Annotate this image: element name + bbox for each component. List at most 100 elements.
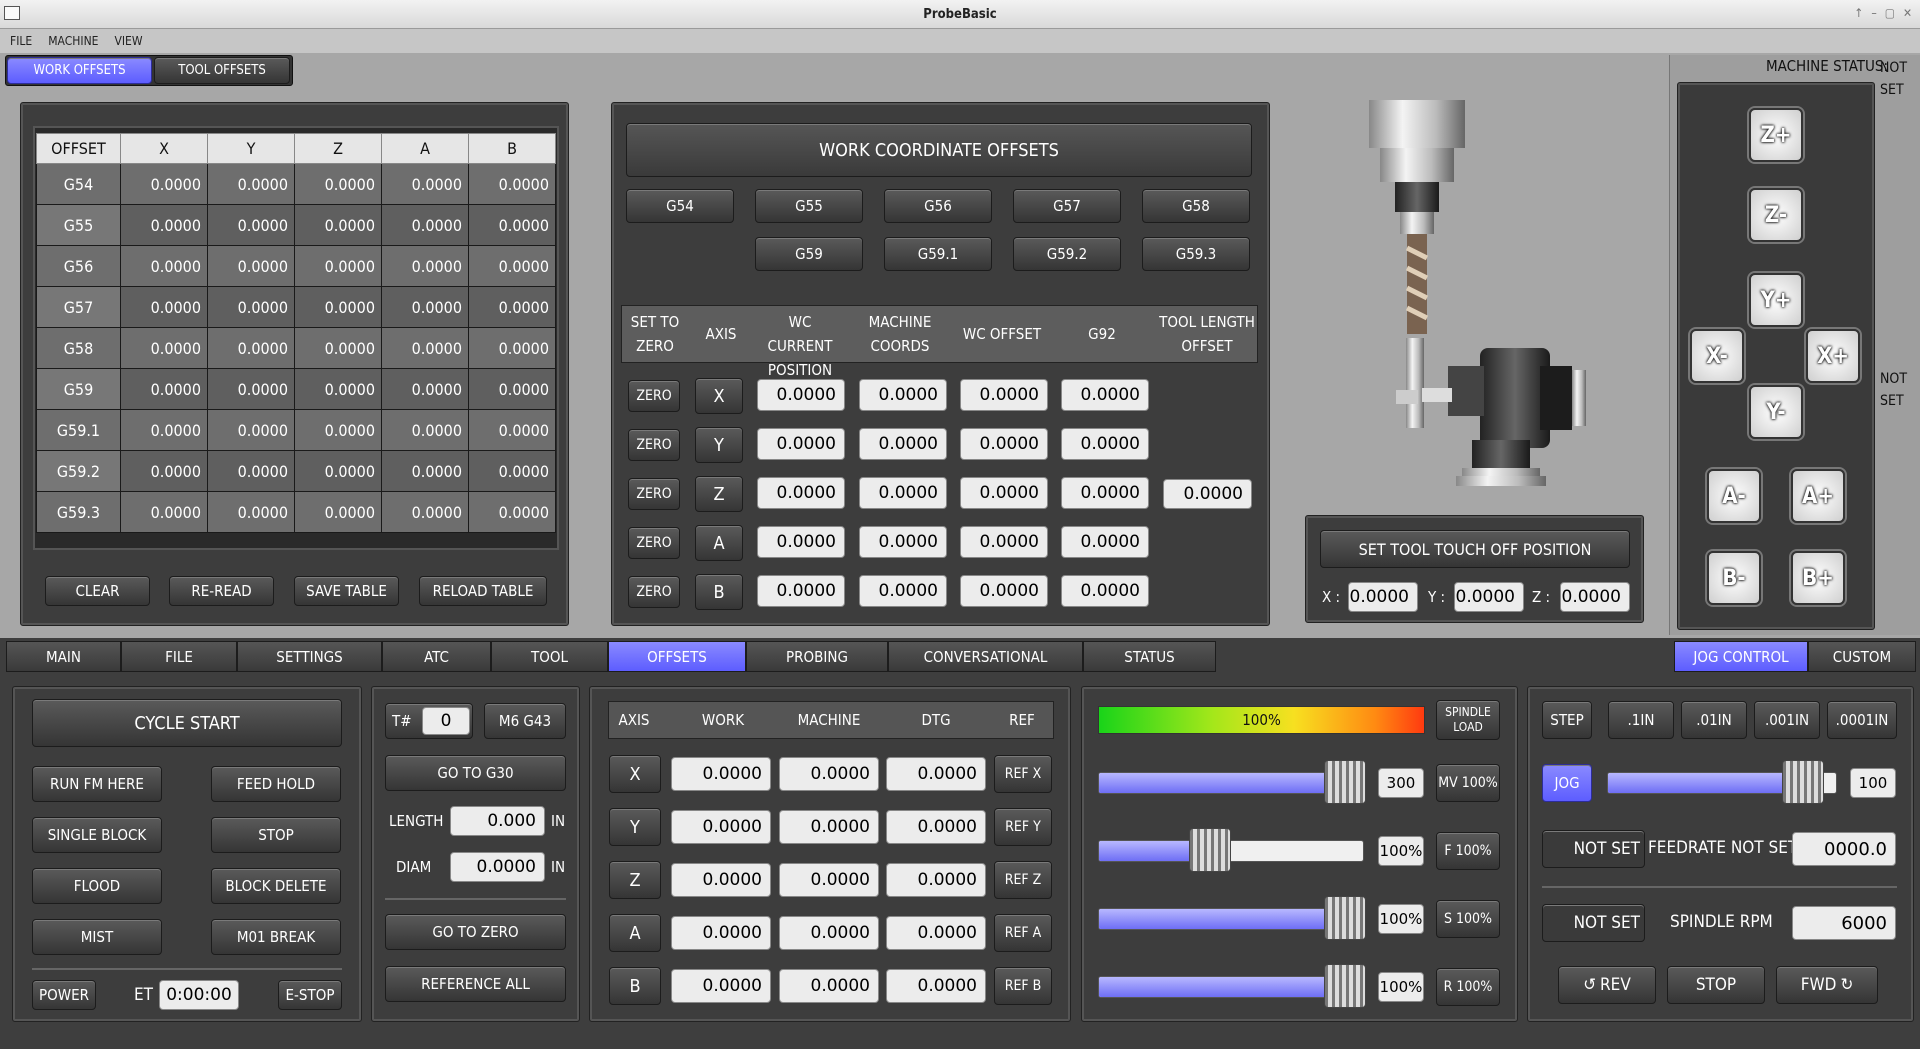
menu-view[interactable]: VIEW bbox=[114, 29, 142, 53]
g92-z-field[interactable]: 0.0000 bbox=[1061, 477, 1149, 509]
offset-value-cell[interactable]: 0.0000 bbox=[381, 491, 469, 533]
offset-value-cell[interactable]: 0.0000 bbox=[381, 327, 469, 369]
wco-g57-button[interactable]: G57 bbox=[1013, 189, 1121, 223]
tab-atc[interactable]: ATC bbox=[382, 641, 491, 672]
offset-value-cell[interactable]: 0.0000 bbox=[468, 163, 556, 205]
zero-x-button[interactable]: ZERO bbox=[628, 380, 680, 412]
spindle-rev-button[interactable]: ↺ REV bbox=[1558, 966, 1656, 1004]
feed-override-slider-handle[interactable] bbox=[1188, 828, 1231, 872]
offset-value-cell[interactable]: 0.0000 bbox=[120, 286, 208, 328]
jog-a-plus-button[interactable]: A+ bbox=[1791, 469, 1845, 523]
tool-number-field[interactable]: 0 bbox=[422, 707, 470, 735]
offset-value-cell[interactable]: 0.0000 bbox=[294, 286, 382, 328]
jog-b-minus-button[interactable]: B- bbox=[1707, 551, 1761, 605]
step-01-button[interactable]: .1IN bbox=[1608, 701, 1674, 739]
reference-all-button[interactable]: REFERENCE ALL bbox=[385, 966, 566, 1002]
jog-y-minus-button[interactable]: Y- bbox=[1749, 385, 1803, 439]
offset-value-cell[interactable]: 0.0000 bbox=[468, 368, 556, 410]
offset-value-cell[interactable]: 0.0000 bbox=[294, 163, 382, 205]
offset-value-cell[interactable]: 0.0000 bbox=[120, 327, 208, 369]
m01-break-button[interactable]: M01 BREAK bbox=[211, 919, 341, 955]
flood-button[interactable]: FLOOD bbox=[32, 868, 162, 904]
ref-a-button[interactable]: REF A bbox=[994, 914, 1052, 952]
g92-a-field[interactable]: 0.0000 bbox=[1061, 526, 1149, 558]
spindle-fwd-button[interactable]: FWD ↻ bbox=[1776, 966, 1878, 1004]
wc-offset-y-field[interactable]: 0.0000 bbox=[960, 428, 1048, 460]
tab-work-offsets[interactable]: WORK OFFSETS bbox=[7, 57, 152, 84]
offset-value-cell[interactable]: 0.0000 bbox=[294, 327, 382, 369]
spindle-stop-button[interactable]: STOP bbox=[1667, 966, 1765, 1004]
wco-g55-button[interactable]: G55 bbox=[755, 189, 863, 223]
offset-value-cell[interactable]: 0.0000 bbox=[120, 163, 208, 205]
feed-hold-button[interactable]: FEED HOLD bbox=[211, 766, 341, 802]
close-icon[interactable]: ✕ bbox=[1903, 6, 1912, 20]
jog-mode-button[interactable]: JOG bbox=[1542, 764, 1592, 802]
step-00001-button[interactable]: .0001IN bbox=[1827, 701, 1897, 739]
offset-value-cell[interactable]: 0.0000 bbox=[381, 450, 469, 492]
reload-table-button[interactable]: RELOAD TABLE bbox=[419, 576, 547, 606]
mist-button[interactable]: MIST bbox=[32, 919, 162, 955]
offset-value-cell[interactable]: 0.0000 bbox=[207, 327, 295, 369]
jog-y-plus-button[interactable]: Y+ bbox=[1749, 273, 1803, 327]
zero-a-button[interactable]: ZERO bbox=[628, 527, 680, 559]
ref-x-button[interactable]: REF X bbox=[994, 755, 1052, 793]
g92-y-field[interactable]: 0.0000 bbox=[1061, 428, 1149, 460]
go-to-zero-button[interactable]: GO TO ZERO bbox=[385, 914, 566, 950]
step-0001-button[interactable]: .001IN bbox=[1754, 701, 1820, 739]
zero-z-button[interactable]: ZERO bbox=[628, 478, 680, 510]
offset-value-cell[interactable]: 0.0000 bbox=[381, 409, 469, 451]
ref-y-button[interactable]: REF Y bbox=[994, 808, 1052, 846]
go-to-g30-button[interactable]: GO TO G30 bbox=[385, 755, 566, 791]
cycle-start-button[interactable]: CYCLE START bbox=[32, 699, 342, 747]
spindle-rpm-field[interactable]: 6000 bbox=[1792, 906, 1896, 940]
ref-z-button[interactable]: REF Z bbox=[994, 861, 1052, 899]
touch-z-field[interactable]: 0.0000 bbox=[1560, 582, 1630, 612]
tab-probing[interactable]: PROBING bbox=[746, 641, 888, 672]
run-from-here-button[interactable]: RUN FM HERE bbox=[32, 766, 162, 802]
offset-value-cell[interactable]: 0.0000 bbox=[120, 491, 208, 533]
tab-custom[interactable]: CUSTOM bbox=[1808, 641, 1916, 672]
tab-tool[interactable]: TOOL bbox=[491, 641, 608, 672]
wco-g54-button[interactable]: G54 bbox=[626, 189, 734, 223]
offset-value-cell[interactable]: 0.0000 bbox=[207, 491, 295, 533]
feed-override-slider[interactable] bbox=[1098, 840, 1364, 862]
jog-speed-slider-handle[interactable] bbox=[1781, 760, 1824, 804]
tab-tool-offsets[interactable]: TOOL OFFSETS bbox=[154, 57, 290, 84]
spindle-override-slider-handle[interactable] bbox=[1324, 896, 1367, 940]
jog-a-minus-button[interactable]: A- bbox=[1707, 469, 1761, 523]
tab-status[interactable]: STATUS bbox=[1083, 641, 1216, 672]
jog-z-plus-button[interactable]: Z+ bbox=[1749, 108, 1803, 162]
zero-b-button[interactable]: ZERO bbox=[628, 576, 680, 608]
m6-g43-button[interactable]: M6 G43 bbox=[484, 703, 566, 739]
offset-value-cell[interactable]: 0.0000 bbox=[468, 450, 556, 492]
wco-g56-button[interactable]: G56 bbox=[884, 189, 992, 223]
max-velocity-slider-handle[interactable] bbox=[1324, 760, 1367, 804]
offset-value-cell[interactable]: 0.0000 bbox=[381, 163, 469, 205]
touch-y-field[interactable]: 0.0000 bbox=[1454, 582, 1524, 612]
offset-value-cell[interactable]: 0.0000 bbox=[468, 245, 556, 287]
wco-g59-1-button[interactable]: G59.1 bbox=[884, 237, 992, 271]
g92-b-field[interactable]: 0.0000 bbox=[1061, 575, 1149, 607]
offset-value-cell[interactable]: 0.0000 bbox=[120, 245, 208, 287]
jog-x-plus-button[interactable]: X+ bbox=[1806, 329, 1860, 383]
offset-value-cell[interactable]: 0.0000 bbox=[207, 450, 295, 492]
wco-g59-2-button[interactable]: G59.2 bbox=[1013, 237, 1121, 271]
tab-settings[interactable]: SETTINGS bbox=[237, 641, 382, 672]
clear-button[interactable]: CLEAR bbox=[45, 576, 150, 606]
s-100-button[interactable]: S 100% bbox=[1436, 900, 1500, 938]
menu-file[interactable]: FILE bbox=[10, 29, 32, 53]
offset-value-cell[interactable]: 0.0000 bbox=[207, 204, 295, 246]
f-100-button[interactable]: F 100% bbox=[1436, 832, 1500, 870]
jog-b-plus-button[interactable]: B+ bbox=[1791, 551, 1845, 605]
offset-value-cell[interactable]: 0.0000 bbox=[120, 368, 208, 410]
tab-main[interactable]: MAIN bbox=[6, 641, 121, 672]
offset-value-cell[interactable]: 0.0000 bbox=[207, 163, 295, 205]
mv-100-button[interactable]: MV 100% bbox=[1436, 764, 1500, 802]
tab-jog-control[interactable]: JOG CONTROL bbox=[1674, 641, 1808, 672]
jog-z-minus-button[interactable]: Z- bbox=[1749, 188, 1803, 242]
save-table-button[interactable]: SAVE TABLE bbox=[294, 576, 399, 606]
wc-offset-z-field[interactable]: 0.0000 bbox=[960, 477, 1048, 509]
reread-button[interactable]: RE-READ bbox=[169, 576, 274, 606]
offset-value-cell[interactable]: 0.0000 bbox=[207, 286, 295, 328]
offset-value-cell[interactable]: 0.0000 bbox=[294, 409, 382, 451]
